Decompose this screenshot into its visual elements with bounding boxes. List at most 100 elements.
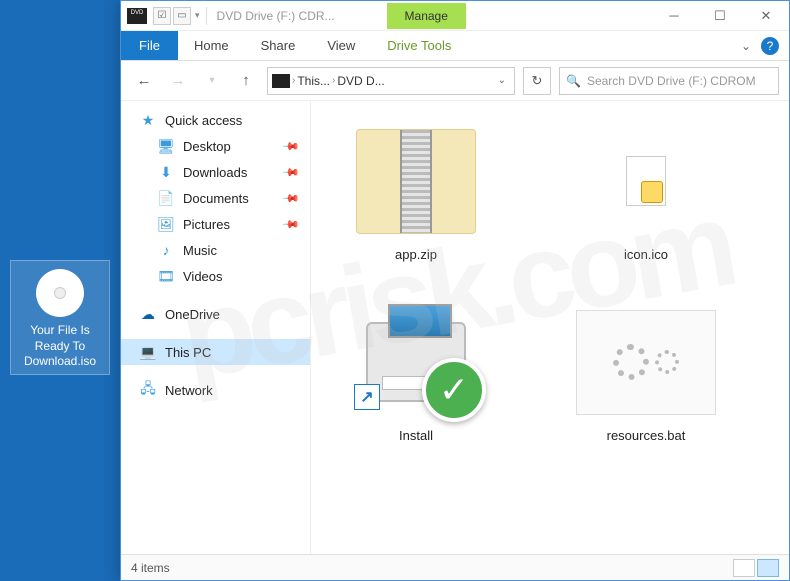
zip-icon (356, 129, 476, 234)
details-view-button[interactable] (733, 559, 755, 577)
file-app-zip[interactable]: app.zip (331, 121, 501, 262)
breadcrumb-dropdown-icon[interactable]: ⌄ (494, 75, 510, 86)
sidebar-label: Quick access (165, 113, 242, 128)
desktop-iso-file[interactable]: Your File Is Ready To Download.iso (10, 260, 110, 375)
refresh-button[interactable]: ↻ (523, 67, 551, 95)
file-resources-bat[interactable]: resources.bat (561, 302, 731, 443)
maximize-button[interactable]: ☐ (697, 1, 743, 31)
view-tab[interactable]: View (311, 31, 371, 60)
sidebar-item-downloads[interactable]: ⬇ Downloads 📌 (121, 159, 310, 185)
pin-icon: 📌 (282, 163, 301, 182)
qat-properties-icon[interactable]: ☑ (153, 7, 171, 25)
sidebar-label: Videos (183, 269, 223, 284)
manage-contextual-tab[interactable]: Manage (387, 3, 466, 29)
sidebar-item-onedrive[interactable]: ☁ OneDrive (121, 301, 310, 327)
qat-newfolder-icon[interactable]: ▭ (173, 7, 191, 25)
pin-icon: 📌 (282, 215, 301, 234)
app-icon: DVD (127, 8, 147, 24)
separator (121, 289, 310, 301)
pin-icon: 📌 (282, 189, 301, 208)
search-placeholder: Search DVD Drive (F:) CDROM (587, 74, 756, 88)
navigation-pane: ★ Quick access 🖥 Desktop 📌 ⬇ Downloads 📌… (121, 101, 311, 554)
file-label: icon.ico (624, 247, 668, 262)
ico-icon (626, 156, 666, 206)
music-icon: ♪ (157, 242, 175, 258)
sidebar-label: Documents (183, 191, 249, 206)
file-list[interactable]: app.zip icon.ico ✓ ↗ Install (311, 101, 789, 554)
share-tab[interactable]: Share (245, 31, 312, 60)
sidebar-item-network[interactable]: 🖧 Network (121, 377, 310, 403)
sidebar-item-quickaccess[interactable]: ★ Quick access (121, 107, 310, 133)
sidebar-label: Downloads (183, 165, 247, 180)
file-label: app.zip (395, 247, 437, 262)
desktop-icon: 🖥 (157, 138, 175, 154)
breadcrumb-seg-thispc[interactable]: This... (297, 74, 330, 88)
window-title: DVD Drive (F:) CDR... (217, 9, 377, 23)
forward-button[interactable]: → (165, 68, 191, 94)
checkmark-icon: ✓ (422, 358, 486, 422)
sidebar-item-documents[interactable]: 📄 Documents 📌 (121, 185, 310, 211)
sidebar-item-pictures[interactable]: 🖼 Pictures 📌 (121, 211, 310, 237)
sidebar-label: OneDrive (165, 307, 220, 322)
separator (206, 7, 207, 25)
file-install-shortcut[interactable]: ✓ ↗ Install (331, 302, 501, 443)
home-tab[interactable]: Home (178, 31, 245, 60)
pictures-icon: 🖼 (157, 216, 175, 232)
breadcrumb[interactable]: › This... › DVD D... ⌄ (267, 67, 515, 95)
drive-icon (272, 74, 290, 88)
sidebar-label: Music (183, 243, 217, 258)
minimize-button[interactable]: ─ (651, 1, 697, 31)
window-controls: ─ ☐ ✕ (651, 1, 789, 31)
sidebar-item-desktop[interactable]: 🖥 Desktop 📌 (121, 133, 310, 159)
shortcut-arrow-icon: ↗ (354, 384, 380, 410)
download-icon: ⬇ (157, 164, 175, 180)
sidebar-item-music[interactable]: ♪ Music (121, 237, 310, 263)
up-button[interactable]: ↑ (233, 68, 259, 94)
drive-tools-tab[interactable]: Drive Tools (371, 31, 467, 60)
ribbon: File Home Share View Drive Tools ⌄ ? (121, 31, 789, 61)
sidebar-label: This PC (165, 345, 211, 360)
sidebar-item-videos[interactable]: 🎞 Videos (121, 263, 310, 289)
titlebar: DVD ☑ ▭ ▾ DVD Drive (F:) CDR... Manage ─… (121, 1, 789, 31)
gears-icon (576, 310, 716, 415)
quick-access-toolbar: ☑ ▭ (153, 7, 191, 25)
sidebar-label: Network (165, 383, 213, 398)
chevron-right-icon[interactable]: › (292, 75, 295, 86)
sidebar-label: Pictures (183, 217, 230, 232)
file-label: resources.bat (607, 428, 686, 443)
separator (121, 365, 310, 377)
address-bar: ← → ▾ ↑ › This... › DVD D... ⌄ ↻ 🔍 Searc… (121, 61, 789, 101)
pin-icon: 📌 (282, 137, 301, 156)
file-icon-ico[interactable]: icon.ico (561, 121, 731, 262)
close-button[interactable]: ✕ (743, 1, 789, 31)
search-icon: 🔍 (566, 74, 581, 88)
cloud-icon: ☁ (139, 306, 157, 322)
search-input[interactable]: 🔍 Search DVD Drive (F:) CDROM (559, 67, 779, 95)
printer-icon: ✓ ↗ (366, 322, 466, 402)
item-count: 4 items (131, 561, 170, 575)
sidebar-label: Desktop (183, 139, 231, 154)
file-tab[interactable]: File (121, 31, 178, 60)
sidebar-item-thispc[interactable]: 💻 This PC (121, 339, 310, 365)
view-toggles (733, 559, 779, 577)
network-icon: 🖧 (139, 382, 157, 398)
back-button[interactable]: ← (131, 68, 157, 94)
pc-icon: 💻 (139, 344, 157, 360)
status-bar: 4 items (121, 554, 789, 580)
file-label: Install (399, 428, 433, 443)
file-explorer-window: DVD ☑ ▭ ▾ DVD Drive (F:) CDR... Manage ─… (120, 0, 790, 581)
breadcrumb-seg-dvd[interactable]: DVD D... (337, 74, 384, 88)
separator (121, 327, 310, 339)
qat-dropdown-icon[interactable]: ▾ (195, 10, 200, 21)
document-icon: 📄 (157, 190, 175, 206)
icons-view-button[interactable] (757, 559, 779, 577)
star-icon: ★ (139, 112, 157, 128)
collapse-ribbon-icon[interactable]: ⌄ (741, 39, 751, 53)
window-body: ★ Quick access 🖥 Desktop 📌 ⬇ Downloads 📌… (121, 101, 789, 554)
help-icon[interactable]: ? (761, 37, 779, 55)
recent-dropdown-icon[interactable]: ▾ (199, 68, 225, 94)
chevron-right-icon[interactable]: › (332, 75, 335, 86)
desktop-iso-label: Your File Is Ready To Download.iso (15, 323, 105, 370)
disc-icon (36, 269, 84, 317)
videos-icon: 🎞 (157, 268, 175, 284)
